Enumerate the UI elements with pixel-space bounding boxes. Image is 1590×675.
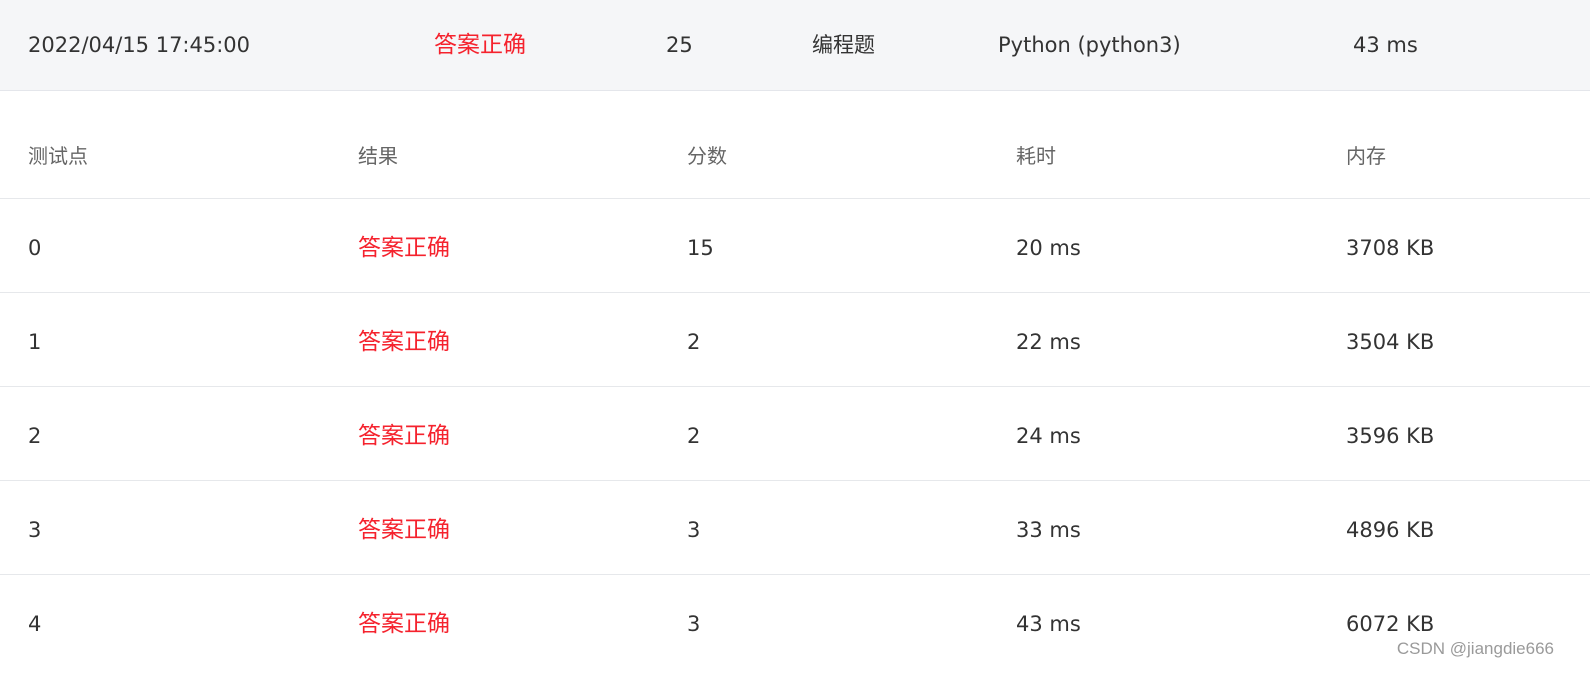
test-case-result: 答案正确 bbox=[358, 423, 450, 449]
test-case-id: 4 bbox=[28, 612, 42, 636]
test-case-result: 答案正确 bbox=[358, 329, 450, 355]
test-case-memory: 6072 KB bbox=[1346, 612, 1435, 636]
header-time: 耗时 bbox=[1016, 144, 1056, 168]
header-result: 结果 bbox=[358, 144, 398, 168]
test-case-result: 答案正确 bbox=[358, 517, 450, 543]
test-case-score: 15 bbox=[687, 236, 714, 260]
test-case-id: 1 bbox=[28, 330, 42, 354]
header-test-case: 测试点 bbox=[28, 144, 88, 168]
test-case-memory: 4896 KB bbox=[1346, 518, 1435, 542]
test-case-table: 测试点 结果 分数 耗时 内存 0 答案正确 15 20 ms 3708 KB … bbox=[0, 91, 1590, 669]
test-case-time: 43 ms bbox=[1016, 612, 1081, 636]
test-case-memory: 3708 KB bbox=[1346, 236, 1435, 260]
test-case-memory: 3596 KB bbox=[1346, 424, 1435, 448]
submit-time: 2022/04/15 17:45:00 bbox=[28, 33, 251, 57]
submission-summary-bar: 2022/04/15 17:45:00 答案正确 25 编程题 Python (… bbox=[0, 0, 1590, 91]
table-row: 2 答案正确 2 24 ms 3596 KB bbox=[0, 387, 1590, 481]
test-case-time: 20 ms bbox=[1016, 236, 1081, 260]
header-score: 分数 bbox=[687, 144, 727, 168]
problem-type: 编程题 bbox=[812, 33, 875, 57]
submission-detail-page: 2022/04/15 17:45:00 答案正确 25 编程题 Python (… bbox=[0, 0, 1590, 675]
total-score: 25 bbox=[666, 33, 693, 57]
table-row: 3 答案正确 3 33 ms 4896 KB bbox=[0, 481, 1590, 575]
test-case-score: 2 bbox=[687, 330, 701, 354]
header-memory: 内存 bbox=[1346, 144, 1386, 168]
table-row: 0 答案正确 15 20 ms 3708 KB bbox=[0, 199, 1590, 293]
language: Python (python3) bbox=[998, 33, 1181, 57]
test-case-score: 3 bbox=[687, 518, 701, 542]
test-case-time: 33 ms bbox=[1016, 518, 1081, 542]
table-header: 测试点 结果 分数 耗时 内存 bbox=[0, 91, 1590, 199]
test-case-memory: 3504 KB bbox=[1346, 330, 1435, 354]
test-case-id: 0 bbox=[28, 236, 42, 260]
test-case-result: 答案正确 bbox=[358, 611, 450, 637]
test-case-time: 22 ms bbox=[1016, 330, 1081, 354]
status-badge: 答案正确 bbox=[434, 32, 526, 58]
test-case-score: 3 bbox=[687, 612, 701, 636]
csdn-watermark: CSDN @jiangdie666 bbox=[1396, 639, 1554, 658]
table-row: 4 答案正确 3 43 ms 6072 KB bbox=[0, 575, 1590, 669]
test-case-id: 3 bbox=[28, 518, 42, 542]
test-case-id: 2 bbox=[28, 424, 42, 448]
time-cost: 43 ms bbox=[1353, 33, 1418, 57]
table-row: 1 答案正确 2 22 ms 3504 KB bbox=[0, 293, 1590, 387]
test-case-time: 24 ms bbox=[1016, 424, 1081, 448]
test-case-score: 2 bbox=[687, 424, 701, 448]
test-case-result: 答案正确 bbox=[358, 235, 450, 261]
